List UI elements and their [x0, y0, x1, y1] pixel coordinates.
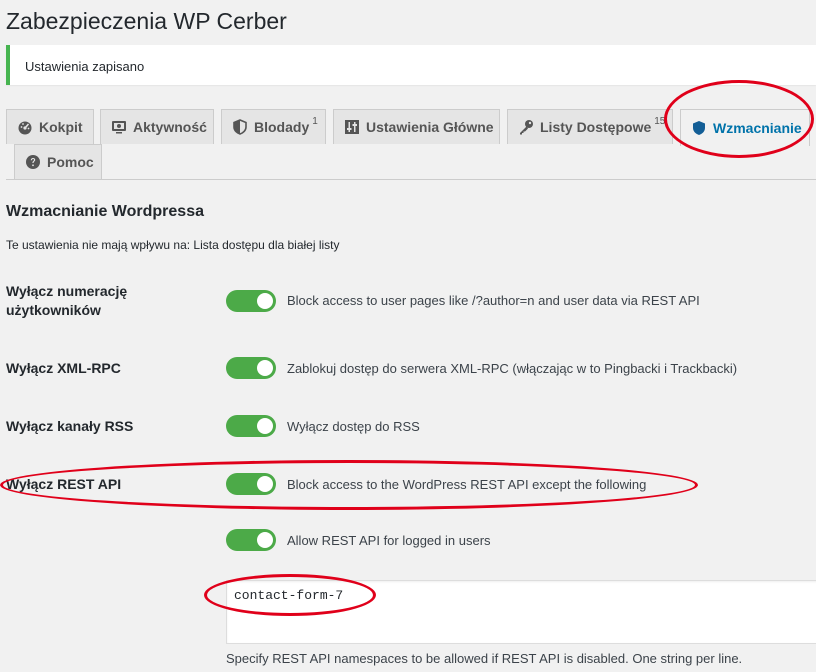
monitor-icon [112, 121, 126, 134]
toggle-knob [257, 418, 273, 434]
tab-kokpit[interactable]: Kokpit [6, 109, 94, 144]
tab-label: Wzmacnianie [713, 120, 802, 136]
shield-filled-icon [693, 121, 705, 135]
dashboard-icon [18, 121, 32, 135]
tabs-divider [6, 179, 816, 180]
tab-blodady[interactable]: Blodady 1 [221, 109, 326, 144]
toggle-knob [257, 293, 273, 309]
toggle-user-enumeration[interactable] [226, 290, 276, 312]
rest-namespaces-help: Specify REST API namespaces to be allowe… [226, 651, 743, 666]
setting-desc-rss: Wyłącz dostęp do RSS [287, 419, 420, 434]
sliders-icon [345, 120, 359, 134]
toggle-rest-api-logged-in[interactable] [226, 529, 276, 551]
tab-listy-dostepowe[interactable]: Listy Dostępowe 15 [507, 109, 673, 144]
setting-desc-rest-api: Block access to the WordPress REST API e… [287, 477, 647, 492]
tab-badge: 1 [312, 115, 318, 127]
page-title: Zabezpieczenia WP Cerber [6, 8, 287, 34]
toggle-rest-api[interactable] [226, 473, 276, 495]
tab-ustawienia-glowne[interactable]: Ustawienia Główne [333, 109, 500, 144]
tab-badge: 15 [654, 115, 666, 127]
section-description: Te ustawienia nie mają wpływu na: Lista … [6, 238, 340, 252]
rest-namespaces-textarea[interactable]: contact-form-7 [226, 580, 816, 644]
tab-label: Kokpit [39, 119, 83, 135]
key-icon [520, 120, 533, 135]
tab-label: Listy Dostępowe [540, 119, 652, 135]
help-icon [26, 155, 40, 169]
tab-pomoc[interactable]: Pomoc [14, 144, 102, 179]
notice-text: Ustawienia zapisano [25, 59, 145, 74]
setting-desc-xmlrpc: Zablokuj dostęp do serwera XML-RPC (włąc… [287, 361, 738, 376]
tab-label: Ustawienia Główne [366, 119, 494, 135]
setting-desc-rest-api-logged-in: Allow REST API for logged in users [287, 533, 491, 548]
tab-aktywnosc[interactable]: Aktywność [100, 109, 214, 144]
shield-icon [233, 119, 247, 135]
tab-label: Aktywność [133, 119, 207, 135]
setting-desc-user-enumeration: Block access to user pages like /?author… [287, 293, 700, 308]
saved-notice: Ustawienia zapisano [6, 45, 816, 85]
toggle-xmlrpc[interactable] [226, 357, 276, 379]
setting-label-user-enumeration: Wyłącz numerację użytkowników [6, 283, 128, 318]
toggle-knob [257, 532, 273, 548]
toggle-rss[interactable] [226, 415, 276, 437]
tab-label: Blodady [254, 119, 310, 135]
tab-wzmacnianie[interactable]: Wzmacnianie [680, 109, 810, 146]
setting-label-xmlrpc: Wyłącz XML-RPC [6, 360, 121, 376]
setting-label-rest-api: Wyłącz REST API [6, 476, 122, 492]
tab-label: Pomoc [47, 154, 94, 170]
setting-label-rss: Wyłącz kanały RSS [6, 418, 134, 434]
section-title: Wzmacnianie Wordpressa [6, 203, 204, 220]
toggle-knob [257, 360, 273, 376]
toggle-knob [257, 476, 273, 492]
